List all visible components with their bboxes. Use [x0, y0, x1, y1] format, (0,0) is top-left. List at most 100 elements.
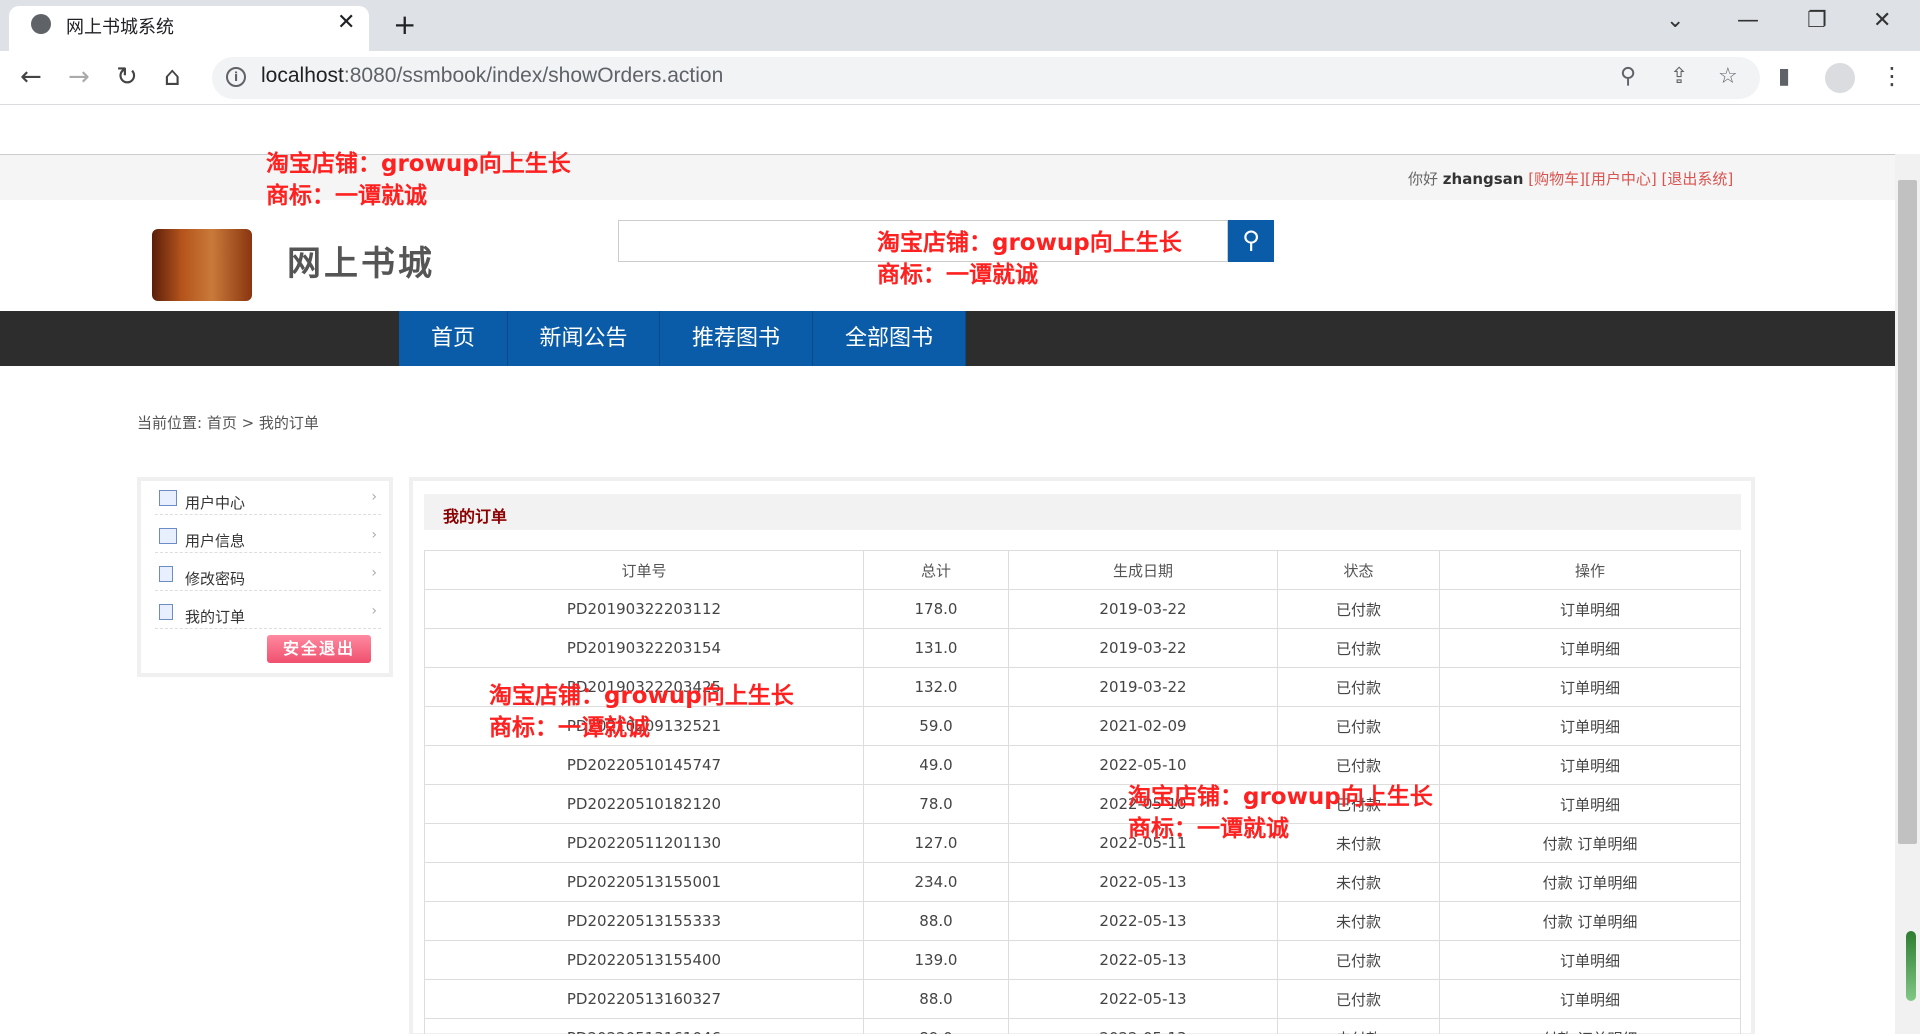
- order-actions-cell[interactable]: 订单明细: [1439, 979, 1741, 1019]
- safe-logout-button[interactable]: 安全退出: [267, 635, 371, 663]
- site-logo-text: 网上书城: [287, 244, 435, 284]
- home-icon[interactable]: ⌂: [164, 62, 181, 92]
- main-nav: 首页 新闻公告 推荐图书 全部图书: [399, 311, 966, 366]
- nav-recommended[interactable]: 推荐图书: [660, 311, 813, 366]
- profile-avatar-icon[interactable]: [1825, 63, 1855, 93]
- reload-icon[interactable]: ↻: [116, 62, 138, 92]
- order-date-cell: 2019-03-22: [1008, 628, 1278, 668]
- order-actions-cell[interactable]: 订单明细: [1439, 745, 1741, 785]
- watermark-line: 淘宝店铺：growup向上生长: [1128, 784, 1433, 810]
- order-date-cell: 2021-02-09: [1008, 706, 1278, 746]
- order-status-cell: 已付款: [1277, 745, 1440, 785]
- sidebar-item-my-orders[interactable]: 我的订单 ›: [155, 599, 381, 629]
- order-actions-cell[interactable]: 付款 订单明细: [1439, 1018, 1741, 1034]
- order-total-cell: 49.0: [863, 745, 1009, 785]
- order-total-cell: 88.0: [863, 901, 1009, 941]
- scrollbar-thumb[interactable]: [1898, 180, 1917, 844]
- nav-all-books[interactable]: 全部图书: [813, 311, 966, 366]
- column-header: 生成日期: [1008, 550, 1278, 590]
- order-status-cell: 已付款: [1277, 667, 1440, 707]
- order-number-cell: PD20190322203154: [424, 628, 864, 668]
- table-row: PD20220511201130 127.0 2022-05-11 未付款 付款 订单明…: [424, 823, 1741, 863]
- order-actions-cell[interactable]: 订单明细: [1439, 628, 1741, 668]
- watermark-overlay: 淘宝店铺：growup向上生长 商标：一谭就诚: [489, 680, 794, 744]
- nav-home[interactable]: 首页: [399, 311, 508, 366]
- order-number-cell: PD20220513161046: [424, 1018, 864, 1034]
- info-icon[interactable]: i: [226, 67, 246, 87]
- order-date-cell: 2022-05-13: [1008, 1018, 1278, 1034]
- search-icon: ⚲: [1242, 226, 1260, 254]
- watermark-line: 淘宝店铺：growup向上生长: [489, 683, 794, 709]
- table-row: PD20220510145747 49.0 2022-05-10 已付款 订单明细: [424, 745, 1741, 785]
- more-menu-icon[interactable]: ⋮: [1880, 62, 1904, 90]
- order-status-cell: 未付款: [1277, 901, 1440, 941]
- order-actions-cell[interactable]: 订单明细: [1439, 784, 1741, 824]
- order-total-cell: 234.0: [863, 862, 1009, 902]
- order-actions-cell[interactable]: 订单明细: [1439, 940, 1741, 980]
- order-date-cell: 2022-05-13: [1008, 940, 1278, 980]
- order-total-cell: 89.0: [863, 1018, 1009, 1034]
- order-date-cell: 2022-05-13: [1008, 862, 1278, 902]
- watermark-line: 商标：一谭就诚: [266, 183, 427, 209]
- order-total-cell: 127.0: [863, 823, 1009, 863]
- order-actions-cell[interactable]: 付款 订单明细: [1439, 901, 1741, 941]
- order-actions-cell[interactable]: 订单明细: [1439, 667, 1741, 707]
- tab-search-icon[interactable]: ⌄: [1666, 8, 1684, 33]
- breadcrumb: 当前位置: 首页 > 我的订单: [137, 414, 319, 432]
- sidebar-item-label: 用户信息: [185, 532, 246, 550]
- url-text[interactable]: localhost:8080/ssmbook/index/showOrders.…: [261, 64, 723, 88]
- order-total-cell: 132.0: [863, 667, 1009, 707]
- username: zhangsan: [1442, 170, 1524, 188]
- zoom-icon[interactable]: ⚲: [1620, 64, 1636, 89]
- sidebar-item-user-center[interactable]: 用户中心 ›: [155, 485, 381, 515]
- order-status-cell: 未付款: [1277, 1018, 1440, 1034]
- order-total-cell: 131.0: [863, 628, 1009, 668]
- browser-tab[interactable]: [9, 6, 369, 51]
- nav-news[interactable]: 新闻公告: [508, 311, 660, 366]
- table-row: PD20190322203112 178.0 2019-03-22 已付款 订单明细: [424, 589, 1741, 629]
- order-number-cell: PD20220510145747: [424, 745, 864, 785]
- order-date-cell: 2022-05-10: [1008, 745, 1278, 785]
- close-window-icon[interactable]: ✕: [1873, 8, 1891, 33]
- restore-icon[interactable]: ❐: [1807, 8, 1827, 33]
- user-greeting: 你好 zhangsan [购物车][用户中心] [退出系统]: [1408, 168, 1733, 189]
- table-row: PD20220513155400 139.0 2022-05-13 已付款 订单明细: [424, 940, 1741, 980]
- order-date-cell: 2022-05-13: [1008, 979, 1278, 1019]
- chevron-right-icon: ›: [371, 603, 377, 619]
- order-actions-cell[interactable]: 订单明细: [1439, 589, 1741, 629]
- close-tab-icon[interactable]: ✕: [337, 10, 355, 35]
- sidebar-item-change-password[interactable]: 修改密码 ›: [155, 561, 381, 591]
- logout-link[interactable]: [退出系统]: [1661, 170, 1733, 188]
- sidebar-item-label: 修改密码: [185, 570, 246, 588]
- forward-icon[interactable]: →: [68, 62, 90, 92]
- order-total-cell: 139.0: [863, 940, 1009, 980]
- order-actions-cell[interactable]: 付款 订单明细: [1439, 862, 1741, 902]
- url-path: :8080/ssmbook/index/showOrders.action: [343, 64, 724, 87]
- logo-scroll-image: [152, 229, 252, 301]
- chevron-right-icon: ›: [371, 565, 377, 581]
- cart-link[interactable]: [购物车]: [1528, 170, 1585, 188]
- user-card-icon: [159, 490, 177, 506]
- floating-widget[interactable]: [1906, 931, 1916, 1001]
- minimize-icon[interactable]: —: [1737, 8, 1759, 33]
- search-button[interactable]: ⚲: [1228, 220, 1274, 262]
- share-icon[interactable]: ⇪: [1670, 64, 1688, 89]
- column-header: 总计: [863, 550, 1009, 590]
- side-panel-icon[interactable]: ▮: [1778, 64, 1790, 89]
- order-number-cell: PD20220513155400: [424, 940, 864, 980]
- order-total-cell: 59.0: [863, 706, 1009, 746]
- bookmark-star-icon[interactable]: ☆: [1718, 64, 1738, 89]
- greeting-text: 你好: [1408, 170, 1439, 188]
- new-tab-icon[interactable]: +: [393, 8, 416, 41]
- sidebar-item-user-info[interactable]: 用户信息 ›: [155, 523, 381, 553]
- document-icon: [159, 566, 173, 582]
- order-number-cell: PD20220513155333: [424, 901, 864, 941]
- back-icon[interactable]: ←: [20, 62, 42, 92]
- watermark-line: 商标：一谭就诚: [489, 715, 650, 741]
- order-actions-cell[interactable]: 付款 订单明细: [1439, 823, 1741, 863]
- url-host: localhost: [261, 64, 344, 87]
- sidebar-item-label: 用户中心: [185, 494, 246, 512]
- order-actions-cell[interactable]: 订单明细: [1439, 706, 1741, 746]
- page-title: 我的订单: [443, 507, 508, 526]
- user-center-link[interactable]: [用户中心]: [1585, 170, 1657, 188]
